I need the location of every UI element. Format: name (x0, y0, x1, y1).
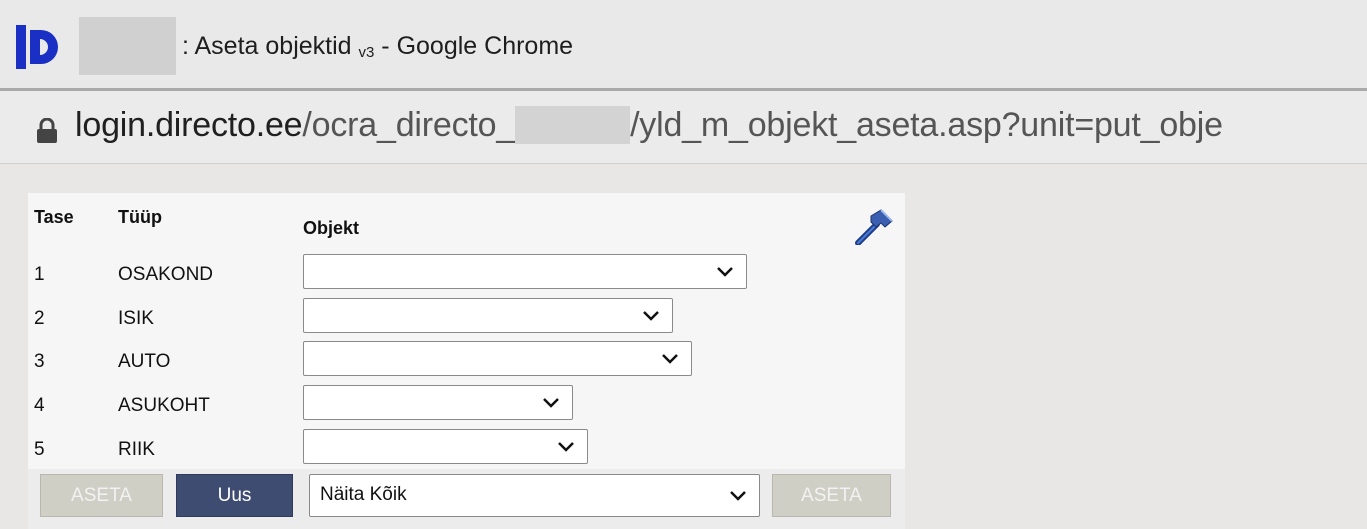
chevron-down-icon (730, 491, 746, 501)
chevron-down-icon (717, 267, 733, 277)
row-type: OSAKOND (118, 264, 214, 285)
redacted-company-name (79, 17, 176, 75)
row-level: 4 (34, 395, 45, 416)
chevron-down-icon (543, 398, 559, 408)
row-type: ASUKOHT (118, 395, 210, 416)
chevron-down-icon (558, 442, 574, 452)
row-type: RIIK (118, 439, 155, 460)
column-header-level: Tase (34, 207, 74, 227)
chevron-down-icon (643, 311, 659, 321)
filter-select[interactable]: Näita Kõik (309, 474, 760, 517)
column-header-object: Objekt (303, 218, 360, 238)
window-title: : Aseta objektid v3 - Google Chrome (182, 32, 574, 61)
row-level: 1 (34, 264, 45, 285)
row-type: ISIK (118, 308, 154, 329)
column-header-type: Tüüp (118, 207, 162, 227)
redacted-url-segment (515, 106, 631, 144)
url-text[interactable]: login.directo.ee/ocra_directo_/yld_m_obj… (75, 106, 1223, 145)
row-level: 2 (34, 308, 45, 329)
row-level: 3 (34, 351, 45, 372)
hammer-icon[interactable] (854, 207, 894, 245)
object-select-osakond[interactable] (303, 254, 747, 289)
set-button[interactable]: ASETA (40, 474, 163, 517)
directo-logo-icon (16, 25, 58, 69)
object-select-auto[interactable] (303, 341, 692, 376)
object-select-asukoht[interactable] (303, 385, 573, 420)
object-select-isik[interactable] (303, 298, 673, 333)
row-type: AUTO (118, 351, 171, 372)
window-titlebar: : Aseta objektid v3 - Google Chrome (0, 0, 1367, 91)
new-button[interactable]: Uus (176, 474, 293, 517)
set-button-2[interactable]: ASETA (772, 474, 891, 517)
row-level: 5 (34, 439, 45, 460)
object-select-riik[interactable] (303, 429, 588, 464)
chevron-down-icon (662, 354, 678, 364)
lock-icon (37, 118, 57, 143)
